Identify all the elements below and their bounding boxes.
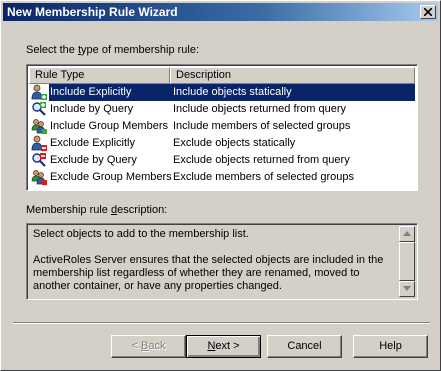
rule-type-name: Exclude by Query: [50, 154, 137, 166]
list-item-include-group-members[interactable]: Include Group Members Include members of…: [29, 118, 415, 135]
scroll-down-button[interactable]: [399, 281, 415, 297]
rule-type-name: Include Explicitly: [50, 86, 132, 98]
rule-type-description: Exclude members of selected groups: [173, 171, 354, 183]
button-separator: [13, 322, 430, 324]
back-button[interactable]: < Back: [111, 335, 186, 358]
list-header: Rule Type Description: [29, 67, 415, 84]
column-header-description[interactable]: Description: [170, 67, 415, 84]
list-item-exclude-by-query[interactable]: Exclude by Query Exclude objects returne…: [29, 152, 415, 169]
rule-description-box[interactable]: Select objects to add to the membership …: [26, 223, 418, 300]
close-icon: [424, 8, 432, 16]
arrow-down-icon: [403, 286, 411, 291]
close-button[interactable]: [420, 5, 436, 19]
rule-type-description: Exclude objects statically: [173, 137, 296, 149]
list-item-exclude-group-members[interactable]: Exclude Group Members Exclude members of…: [29, 169, 415, 186]
include-group-icon: [31, 119, 47, 134]
exclude-group-icon: [31, 170, 47, 185]
rule-description-text: Select objects to add to the membership …: [33, 228, 384, 292]
window-title: New Membership Rule Wizard: [7, 5, 178, 19]
rule-type-name: Include by Query: [50, 103, 134, 115]
list-item-include-explicitly[interactable]: Include Explicitly Include objects stati…: [29, 84, 415, 101]
cancel-button[interactable]: Cancel: [267, 335, 342, 358]
rule-type-description: Include objects returned from query: [173, 103, 347, 115]
next-button[interactable]: Next >: [186, 335, 261, 358]
arrow-up-icon: [403, 231, 411, 236]
description-label: Membership rule description:: [26, 204, 168, 216]
column-header-rule-type[interactable]: Rule Type: [29, 67, 170, 84]
rule-type-name: Exclude Explicitly: [50, 137, 135, 149]
include-query-icon: [32, 102, 46, 116]
scroll-thumb[interactable]: [399, 242, 415, 281]
rule-type-description: Include objects statically: [173, 86, 292, 98]
list-item-exclude-explicitly[interactable]: Exclude Explicitly Exclude objects stati…: [29, 135, 415, 152]
rule-type-description: Include members of selected groups: [173, 120, 351, 132]
include-explicitly-icon: [31, 84, 47, 100]
exclude-explicitly-icon: [31, 135, 47, 151]
scroll-up-button[interactable]: [399, 226, 415, 242]
title-bar[interactable]: New Membership Rule Wizard: [3, 3, 438, 21]
rule-type-name: Include Group Members: [50, 120, 168, 132]
rule-type-name: Exclude Group Members: [50, 171, 172, 183]
description-scrollbar[interactable]: [399, 226, 415, 297]
list-item-include-by-query[interactable]: Include by Query Include objects returne…: [29, 101, 415, 118]
rule-type-description: Exclude objects returned from query: [173, 154, 350, 166]
rule-type-prompt: Select the type of membership rule:: [26, 44, 200, 56]
wizard-window: New Membership Rule Wizard Select the ty…: [0, 0, 441, 371]
help-button[interactable]: Help: [353, 335, 428, 358]
rule-type-list[interactable]: Rule Type Description Include Explicitly…: [26, 64, 418, 191]
exclude-query-icon: [32, 153, 46, 167]
